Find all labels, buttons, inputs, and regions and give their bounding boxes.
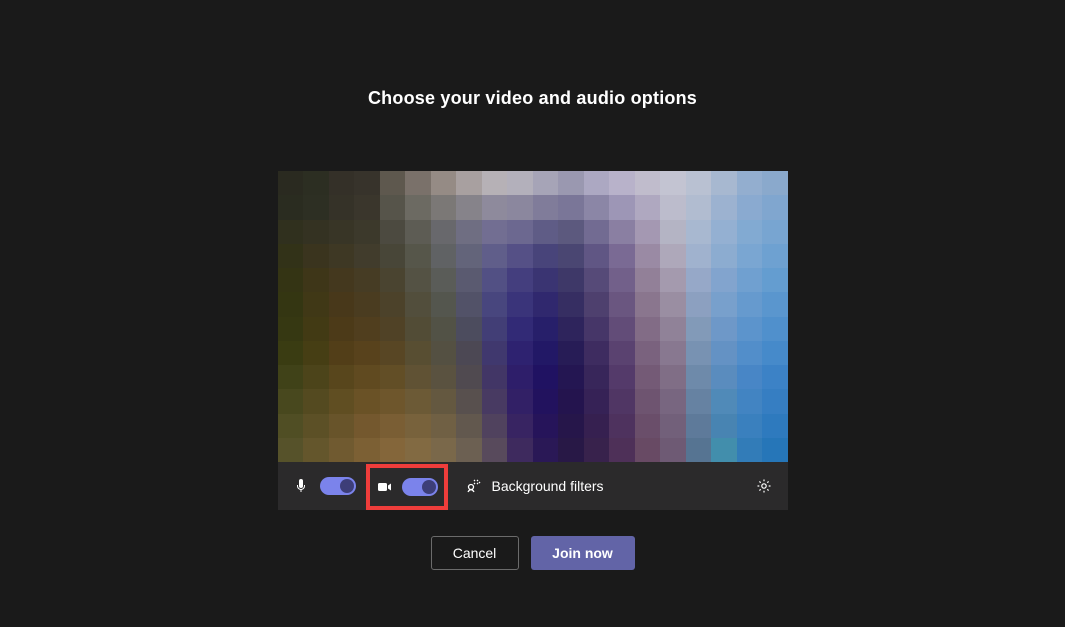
join-now-button[interactable]: Join now — [531, 536, 635, 570]
microphone-toggle[interactable] — [320, 477, 356, 495]
video-preview — [278, 171, 788, 462]
controls-bar: Background filters — [278, 462, 788, 510]
gear-icon — [755, 477, 773, 495]
background-filters-label: Background filters — [492, 478, 604, 494]
camera-control-highlight — [366, 464, 448, 510]
background-effects-icon — [464, 477, 482, 495]
cancel-button[interactable]: Cancel — [431, 536, 519, 570]
video-panel: Background filters — [278, 171, 788, 510]
device-settings-button[interactable] — [750, 472, 778, 500]
camera-toggle[interactable] — [402, 478, 438, 496]
camera-icon — [376, 478, 394, 496]
actions-bar: Cancel Join now — [431, 536, 635, 570]
microphone-icon — [292, 477, 310, 495]
page-title: Choose your video and audio options — [368, 88, 697, 109]
background-filters-button[interactable]: Background filters — [464, 477, 604, 495]
